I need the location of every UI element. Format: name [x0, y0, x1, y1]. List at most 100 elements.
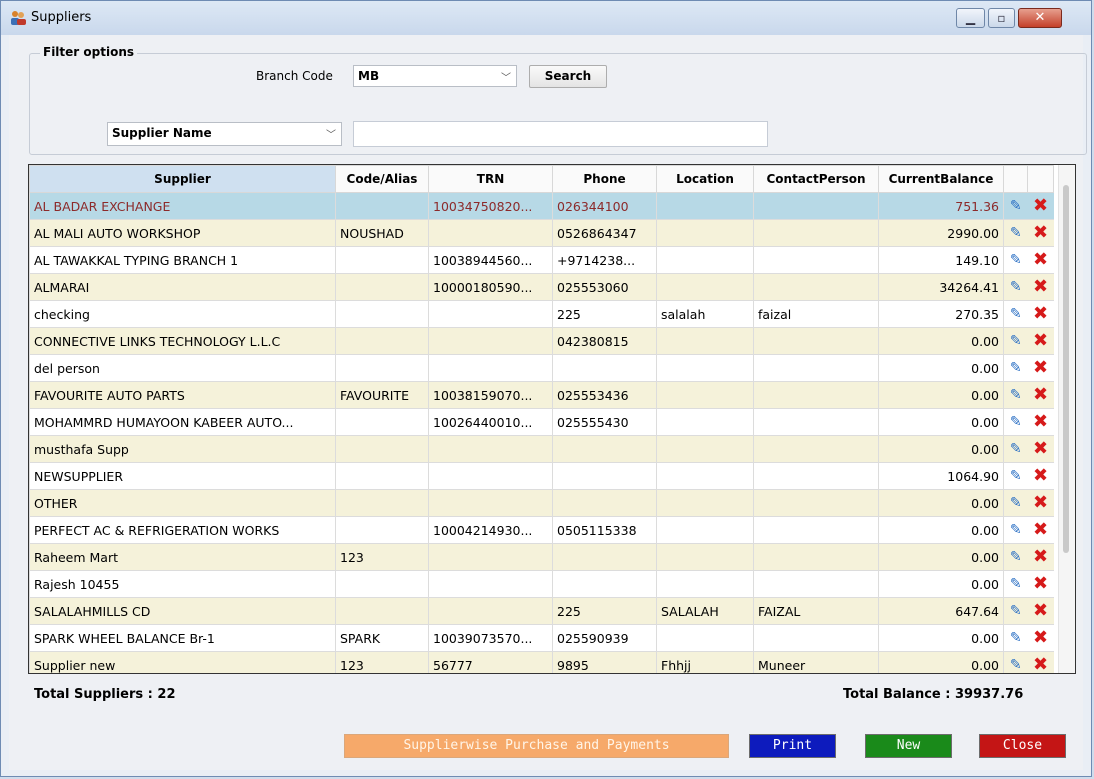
delete-icon[interactable]: ✖	[1033, 656, 1048, 674]
table-row[interactable]: SPARK WHEEL BALANCE Br-1 SPARK 10039073570…	[29, 624, 1054, 652]
edit-icon[interactable]: ✎	[1010, 495, 1022, 511]
delete-icon[interactable]: ✖	[1033, 251, 1048, 269]
column-header[interactable]: Phone	[552, 165, 657, 193]
edit-cell: ✎	[1003, 300, 1028, 328]
minimize-button[interactable]: ▁	[956, 8, 985, 28]
table-cell	[428, 543, 553, 571]
close-button[interactable]: Close	[979, 734, 1066, 758]
delete-cell: ✖	[1027, 192, 1054, 220]
supplier-name-input[interactable]	[353, 121, 768, 147]
table-row[interactable]: PERFECT AC & REFRIGERATION WORKS 10004214…	[29, 516, 1054, 544]
table-row[interactable]: Supplier new 123 56777 9895 Fhhjj Muneer 0.00 ✎…	[29, 651, 1054, 674]
table-row[interactable]: AL TAWAKKAL TYPING BRANCH 1 10038944560..…	[29, 246, 1054, 274]
delete-icon[interactable]: ✖	[1033, 467, 1048, 485]
scrollbar-thumb[interactable]	[1063, 185, 1069, 553]
edit-icon[interactable]: ✎	[1010, 522, 1022, 538]
branch-code-value: MB	[358, 69, 380, 83]
edit-icon[interactable]: ✎	[1010, 657, 1022, 673]
edit-icon[interactable]: ✎	[1010, 333, 1022, 349]
delete-icon[interactable]: ✖	[1033, 197, 1048, 215]
table-row[interactable]: SALALAHMILLS CD 225 SALALAH FAIZAL 647.64 ✎ ✖	[29, 597, 1054, 625]
vertical-scrollbar[interactable]	[1058, 165, 1075, 673]
delete-icon[interactable]: ✖	[1033, 548, 1048, 566]
delete-icon[interactable]: ✖	[1033, 359, 1048, 377]
table-cell	[656, 273, 754, 301]
edit-icon[interactable]: ✎	[1010, 198, 1022, 214]
table-row[interactable]: FAVOURITE AUTO PARTS FAVOURITE 10038159070…	[29, 381, 1054, 409]
table-cell	[753, 327, 879, 355]
search-button[interactable]: Search	[529, 65, 607, 88]
delete-icon[interactable]: ✖	[1033, 494, 1048, 512]
delete-icon[interactable]: ✖	[1033, 575, 1048, 593]
new-button[interactable]: New	[865, 734, 952, 758]
delete-icon[interactable]: ✖	[1033, 224, 1048, 242]
table-row[interactable]: Raheem Mart 123 0.00 ✎ ✖	[29, 543, 1054, 571]
column-header[interactable]: ContactPerson	[753, 165, 879, 193]
delete-icon[interactable]: ✖	[1033, 413, 1048, 431]
window-close-button[interactable]: ✕	[1018, 8, 1062, 28]
edit-icon[interactable]: ✎	[1010, 468, 1022, 484]
column-header[interactable]: Location	[656, 165, 754, 193]
table-row[interactable]: musthafa Supp 0.00 ✎ ✖	[29, 435, 1054, 463]
delete-icon[interactable]: ✖	[1033, 629, 1048, 647]
table-cell	[335, 597, 429, 625]
edit-icon[interactable]: ✎	[1010, 603, 1022, 619]
edit-icon[interactable]: ✎	[1010, 630, 1022, 646]
delete-cell: ✖	[1027, 516, 1054, 544]
table-row[interactable]: MOHAMMRD HUMAYOON KABEER AUTO... 10026440…	[29, 408, 1054, 436]
search-field-value: Supplier Name	[112, 126, 212, 140]
table-row[interactable]: del person 0.00 ✎ ✖	[29, 354, 1054, 382]
table-row[interactable]: AL BADAR EXCHANGE 10034750820... 026344100…	[29, 192, 1054, 220]
column-header[interactable]: Code/Alias	[335, 165, 429, 193]
table-cell: 10000180590...	[428, 273, 553, 301]
table-cell	[428, 327, 553, 355]
branch-code-select[interactable]: MB ﹀	[353, 65, 517, 87]
supplierwise-purchase-payments-button[interactable]: Supplierwise Purchase and Payments	[344, 734, 729, 758]
table-cell: 270.35	[878, 300, 1004, 328]
edit-cell: ✎	[1003, 624, 1028, 652]
edit-icon[interactable]: ✎	[1010, 225, 1022, 241]
edit-icon[interactable]: ✎	[1010, 576, 1022, 592]
column-header[interactable]: TRN	[428, 165, 553, 193]
edit-cell: ✎	[1003, 381, 1028, 409]
table-cell	[656, 408, 754, 436]
table-cell: ALMARAI	[29, 273, 336, 301]
edit-icon[interactable]: ✎	[1010, 279, 1022, 295]
search-field-select[interactable]: Supplier Name ﹀	[107, 122, 342, 146]
table-cell	[656, 624, 754, 652]
maximize-button[interactable]: ▫	[988, 8, 1015, 28]
print-button[interactable]: Print	[749, 734, 836, 758]
column-header[interactable]: Supplier	[29, 165, 336, 193]
delete-icon[interactable]: ✖	[1033, 386, 1048, 404]
delete-cell: ✖	[1027, 624, 1054, 652]
delete-icon[interactable]: ✖	[1033, 332, 1048, 350]
table-cell	[335, 300, 429, 328]
table-cell: 025553060	[552, 273, 657, 301]
edit-icon[interactable]: ✎	[1010, 387, 1022, 403]
table-row[interactable]: CONNECTIVE LINKS TECHNOLOGY L.L.C 0423808…	[29, 327, 1054, 355]
edit-icon[interactable]: ✎	[1010, 360, 1022, 376]
table-row[interactable]: checking 225 salalah faizal 270.35 ✎ ✖	[29, 300, 1054, 328]
edit-icon[interactable]: ✎	[1010, 549, 1022, 565]
table-header-row: Supplier Code/Alias TRN Phone Location C…	[29, 165, 1054, 193]
edit-icon[interactable]: ✎	[1010, 252, 1022, 268]
table-row[interactable]: NEWSUPPLIER 1064.90 ✎ ✖	[29, 462, 1054, 490]
table-cell	[552, 435, 657, 463]
title-bar: Suppliers ▁ ▫ ✕	[1, 1, 1091, 35]
delete-icon[interactable]: ✖	[1033, 278, 1048, 296]
table-row[interactable]: OTHER 0.00 ✎ ✖	[29, 489, 1054, 517]
delete-icon[interactable]: ✖	[1033, 305, 1048, 323]
edit-icon[interactable]: ✎	[1010, 306, 1022, 322]
table-row[interactable]: ALMARAI 10000180590... 025553060 34264.41 ✎ ✖	[29, 273, 1054, 301]
column-header[interactable]: CurrentBalance	[878, 165, 1004, 193]
table-cell: 0.00	[878, 570, 1004, 598]
delete-icon[interactable]: ✖	[1033, 602, 1048, 620]
table-row[interactable]: AL MALI AUTO WORKSHOP NOUSHAD 0526864347 29…	[29, 219, 1054, 247]
delete-icon[interactable]: ✖	[1033, 521, 1048, 539]
delete-icon[interactable]: ✖	[1033, 440, 1048, 458]
edit-icon[interactable]: ✎	[1010, 414, 1022, 430]
table-cell: 123	[335, 651, 429, 673]
table-row[interactable]: Rajesh 10455 0.00 ✎ ✖	[29, 570, 1054, 598]
table-cell	[753, 219, 879, 247]
edit-icon[interactable]: ✎	[1010, 441, 1022, 457]
